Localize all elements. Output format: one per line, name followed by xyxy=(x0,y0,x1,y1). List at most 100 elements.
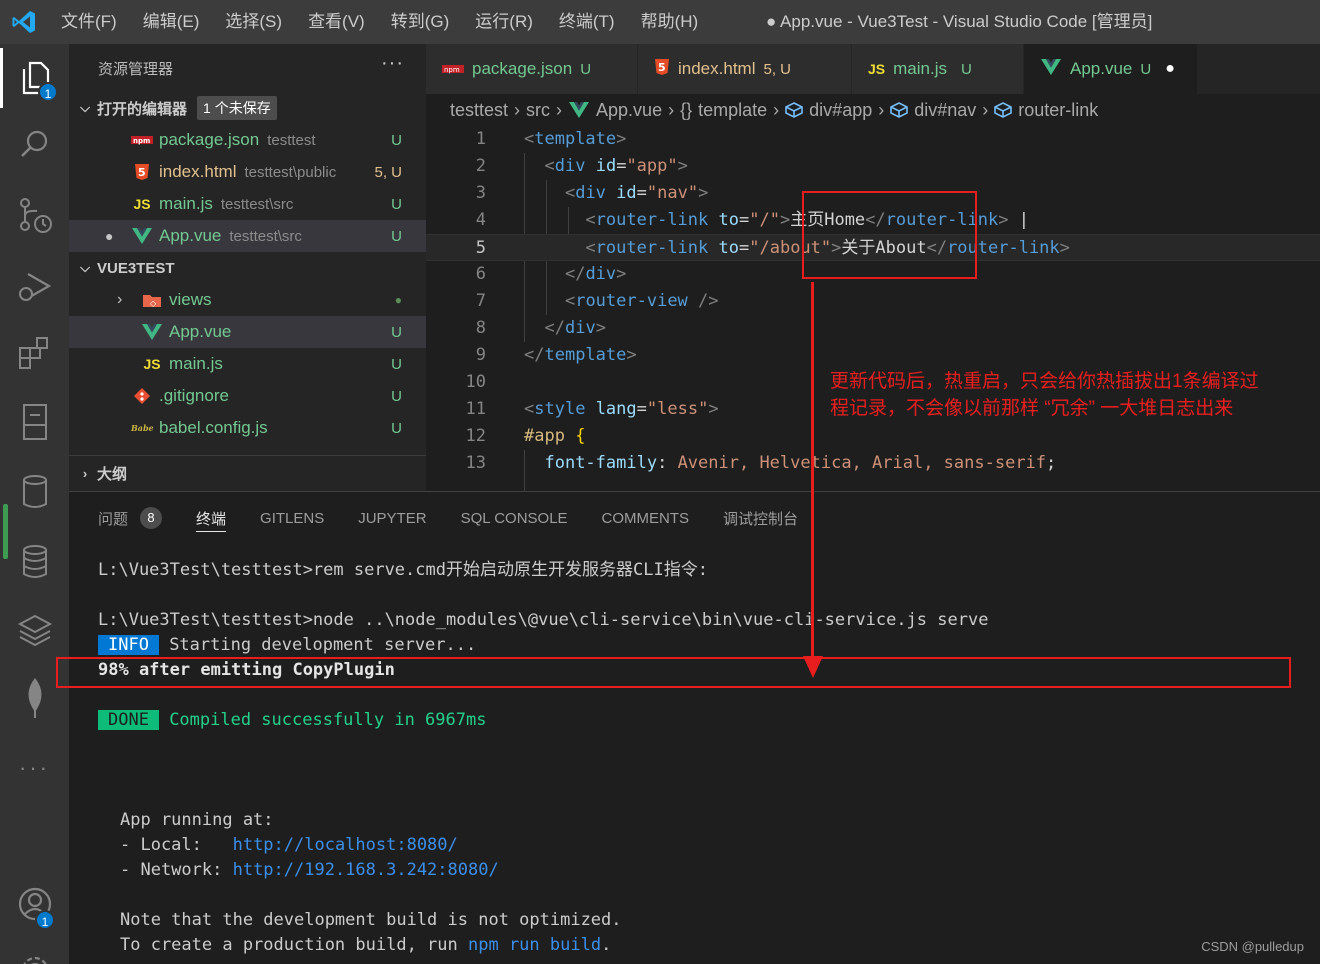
local-url-link[interactable]: http://localhost:8080/ xyxy=(233,835,458,855)
menu-edit[interactable]: 编辑(E) xyxy=(130,0,213,44)
explorer-button[interactable]: 1 xyxy=(0,48,69,108)
manage-button[interactable] xyxy=(0,940,69,964)
line-number: 10 xyxy=(465,372,486,392)
extensions-button[interactable] xyxy=(0,324,69,384)
annotation-line: 程记录，不会像以前那样 “冗余” 一大堆日志出来 xyxy=(830,398,1234,419)
annotation-text: 更新代码后，热重启，只会给你热插拔出1条编译过 程记录，不会像以前那样 “冗余”… xyxy=(830,368,1259,422)
project-title: VUE3TEST xyxy=(97,259,175,277)
open-editor-item[interactable]: 5 index.html testtest\public 5, U xyxy=(69,156,426,188)
more-actions-icon[interactable]: ··· xyxy=(381,52,404,75)
bottom-panel: 问题 8 终端 GITLENS JUPYTER SQL CONSOLE COMME… xyxy=(69,491,1320,964)
line-number: 12 xyxy=(465,426,486,446)
line-number: 3 xyxy=(475,183,486,203)
menu-run[interactable]: 运行(R) xyxy=(462,0,546,44)
source-control-button[interactable] xyxy=(0,186,69,246)
menu-view[interactable]: 查看(V) xyxy=(295,0,378,44)
explorer-header: 资源管理器 ··· xyxy=(69,44,426,92)
braces-icon: {} xyxy=(680,99,693,120)
breadcrumb-item[interactable]: div#nav xyxy=(914,100,976,121)
breadcrumb-item[interactable]: router-link xyxy=(1018,100,1098,121)
tab-jupyter[interactable]: JUPYTER xyxy=(358,492,426,544)
line-number: 11 xyxy=(465,399,486,419)
breadcrumb-item[interactable]: template xyxy=(698,100,767,121)
open-editors-section[interactable]: ⌵ 打开的编辑器 1 个未保存 xyxy=(69,92,426,124)
remote-explorer-button[interactable] xyxy=(0,392,69,452)
tab-package-json[interactable]: npm package.json U xyxy=(426,44,638,94)
svg-text:◇: ◇ xyxy=(150,299,157,308)
tab-label: App.vue xyxy=(1070,59,1133,78)
dirty-dot-icon: ● xyxy=(105,228,114,244)
file-item[interactable]: .gitignore U xyxy=(69,380,426,412)
tab-comments[interactable]: COMMENTS xyxy=(602,492,690,544)
code-line: 1 <template> xyxy=(426,126,1320,153)
code-editor[interactable]: 1 <template> 2 <div id="app"> 3 <div id="… xyxy=(426,126,1320,491)
open-editor-item[interactable]: npm package.json testtest U xyxy=(69,124,426,156)
tab-sql-console[interactable]: SQL CONSOLE xyxy=(461,492,568,544)
menu-help[interactable]: 帮助(H) xyxy=(628,0,712,44)
chevron-right-icon: › xyxy=(773,99,780,120)
code-line: 9 </template> xyxy=(426,342,1320,369)
tab-index-html[interactable]: 5 index.html 5, U xyxy=(638,44,852,94)
menu-terminal[interactable]: 终端(T) xyxy=(546,0,628,44)
file-name: babel.config.js xyxy=(159,418,268,437)
more-views-button[interactable]: ··· xyxy=(0,738,69,798)
git-status: U xyxy=(391,131,402,149)
open-editor-item[interactable]: JS main.js testtest\src U xyxy=(69,188,426,220)
accounts-button[interactable]: 1 xyxy=(0,874,69,934)
breadcrumb-item[interactable]: src xyxy=(526,100,550,121)
tab-gitlens[interactable]: GITLENS xyxy=(260,492,324,544)
element-icon xyxy=(785,102,803,118)
menu-selection[interactable]: 选择(S) xyxy=(212,0,295,44)
activity-bar: 1 ··· 1 xyxy=(0,44,69,964)
terminal-line: L:\Vue3Test\testtest>rem serve.cmd开始启动原生… xyxy=(98,560,708,580)
svg-text:npm: npm xyxy=(133,137,150,145)
terminal-line: Note that the development build is not o… xyxy=(120,910,622,930)
tab-problems[interactable]: 问题 8 xyxy=(98,492,163,544)
sql-tools-button[interactable] xyxy=(0,532,69,592)
folder-item[interactable]: › ◇ views ● xyxy=(69,284,426,316)
terminal-line: - Local: http://localhost:8080/ xyxy=(120,833,458,858)
database-button[interactable] xyxy=(0,462,69,522)
editor-tabs: npm package.json U 5 index.html 5, U JS … xyxy=(426,44,1320,94)
file-item[interactable]: Babel babel.config.js U xyxy=(69,412,426,444)
open-editor-item-active[interactable]: ● App.vue testtest\src U xyxy=(69,220,426,252)
tab-main-js[interactable]: JS main.js U xyxy=(852,44,1024,94)
search-icon xyxy=(20,130,47,157)
line-number: 7 xyxy=(475,291,486,311)
outline-section[interactable]: › 大纲 xyxy=(69,455,426,491)
menu-go[interactable]: 转到(G) xyxy=(378,0,463,44)
breadcrumb-item[interactable]: div#app xyxy=(809,100,872,121)
tab-terminal[interactable]: 终端 xyxy=(196,492,227,544)
file-item[interactable]: App.vue U xyxy=(69,316,426,348)
project-section[interactable]: ⌵ VUE3TEST xyxy=(69,252,426,284)
unsaved-dot-icon[interactable]: ● xyxy=(1165,60,1175,78)
tab-label: package.json xyxy=(472,59,573,78)
git-status: 5, U xyxy=(374,163,402,181)
tab-debug-console[interactable]: 调试控制台 xyxy=(723,492,798,544)
tab-app-vue[interactable]: App.vue U ● xyxy=(1024,44,1198,94)
remote-explorer-icon xyxy=(22,404,47,440)
window-title: ● App.vue - Vue3Test - Visual Studio Cod… xyxy=(766,12,1153,31)
explorer-sidebar: 资源管理器 ··· ⌵ 打开的编辑器 1 个未保存 npm package.js… xyxy=(69,44,426,491)
chevron-right-icon: › xyxy=(556,99,563,120)
breadcrumb-item[interactable]: testtest xyxy=(450,100,508,121)
search-button[interactable] xyxy=(0,114,69,174)
account-badge: 1 xyxy=(35,910,55,930)
layers-button[interactable] xyxy=(0,600,69,660)
network-url-link[interactable]: http://192.168.3.242:8080/ xyxy=(233,860,499,880)
breadcrumb-item[interactable]: App.vue xyxy=(596,100,662,121)
line-number: 13 xyxy=(465,453,486,473)
code-line: 13 font-family: Avenir, Helvetica, Arial… xyxy=(426,450,1320,477)
run-debug-button[interactable] xyxy=(0,256,69,316)
annotation-arrow-line xyxy=(811,282,814,664)
run-debug-icon xyxy=(18,273,51,301)
code-line: 2 <div id="app"> xyxy=(426,153,1320,180)
svg-text:Babel: Babel xyxy=(131,423,153,433)
menu-file[interactable]: 文件(F) xyxy=(48,0,130,44)
file-item[interactable]: JS main.js U xyxy=(69,348,426,380)
terminal-line: - Network: http://192.168.3.242:8080/ xyxy=(120,858,499,883)
annotation-line: 更新代码后，热重启，只会给你热插拔出1条编译过 xyxy=(830,371,1259,392)
local-label: - Local: xyxy=(120,835,233,855)
unsaved-badge: 1 个未保存 xyxy=(197,96,277,120)
line-number: 9 xyxy=(475,345,486,365)
